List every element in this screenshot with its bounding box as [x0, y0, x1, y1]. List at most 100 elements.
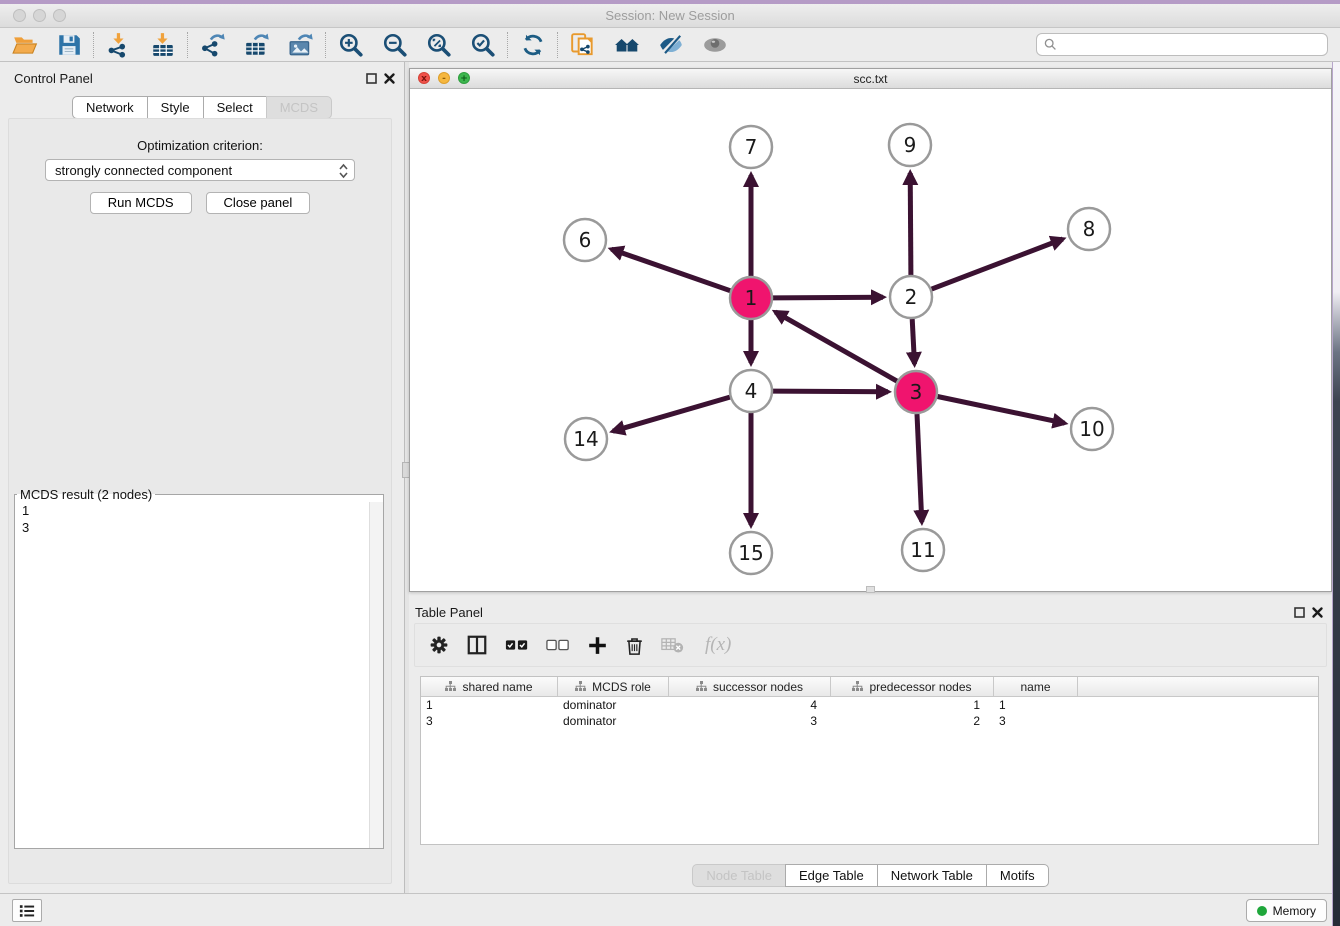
search-icon — [1044, 38, 1057, 51]
network-graph-canvas[interactable]: 7 9 6 8 1 2 4 3 14 10 15 11 — [410, 88, 1331, 591]
window-accent-strip — [0, 0, 1340, 4]
table-cell[interactable]: dominator — [558, 713, 669, 729]
node-11[interactable]: 11 — [902, 529, 944, 571]
search-field[interactable] — [1036, 33, 1328, 56]
mcds-result-title: MCDS result (2 nodes) — [17, 487, 155, 502]
table-row[interactable]: 3dominator323 — [421, 713, 1318, 729]
save-session-icon[interactable] — [56, 32, 82, 58]
task-history-button[interactable] — [12, 899, 42, 922]
svg-text:4: 4 — [745, 379, 758, 403]
edge-2-3[interactable] — [912, 319, 914, 364]
tab-mcds[interactable]: MCDS — [266, 96, 332, 119]
node-3[interactable]: 3 — [895, 371, 937, 413]
show-all-icon[interactable] — [702, 32, 728, 58]
table-cell[interactable]: 1 — [831, 697, 994, 713]
edge-3-10[interactable] — [938, 397, 1065, 424]
result-scrollbar[interactable] — [369, 502, 383, 848]
column-header-successor-nodes[interactable]: successor nodes — [669, 677, 831, 696]
first-neighbors-icon[interactable] — [614, 32, 640, 58]
import-table-icon[interactable] — [150, 32, 176, 58]
column-header-predecessor-nodes[interactable]: predecessor nodes — [831, 677, 994, 696]
svg-text:11: 11 — [910, 538, 935, 562]
export-table-icon[interactable] — [244, 32, 270, 58]
new-network-from-selection-icon[interactable] — [570, 32, 596, 58]
node-6[interactable]: 6 — [564, 219, 606, 261]
svg-text:14: 14 — [573, 427, 598, 451]
node-2[interactable]: 2 — [890, 276, 932, 318]
close-panel-icon[interactable] — [383, 72, 396, 85]
close-table-panel-icon[interactable] — [1311, 606, 1324, 619]
status-bar: Memory — [0, 893, 1340, 926]
show-column-icon[interactable] — [466, 634, 488, 656]
column-header-shared-name[interactable]: shared name — [421, 677, 558, 696]
zoom-fit-icon[interactable] — [426, 32, 452, 58]
edge-3-1[interactable] — [775, 312, 897, 381]
node-1[interactable]: 1 — [730, 277, 772, 319]
tab-edge-table[interactable]: Edge Table — [785, 864, 878, 887]
run-mcds-button[interactable]: Run MCDS — [90, 192, 192, 214]
import-network-icon[interactable] — [106, 32, 132, 58]
zoom-in-icon[interactable] — [338, 32, 364, 58]
zoom-selected-icon[interactable] — [470, 32, 496, 58]
settings-gear-icon[interactable] — [429, 635, 449, 655]
function-builder-icon[interactable]: f(x) — [705, 634, 731, 656]
table-cell[interactable]: 3 — [421, 713, 558, 729]
optimization-criterion-select[interactable]: strongly connected component — [45, 159, 355, 181]
table-cell[interactable]: dominator — [558, 697, 669, 713]
tab-select[interactable]: Select — [203, 96, 267, 119]
refresh-icon[interactable] — [520, 32, 546, 58]
search-input[interactable] — [1063, 35, 1322, 54]
table-cell[interactable]: 1 — [994, 697, 1078, 713]
node-14[interactable]: 14 — [565, 418, 607, 460]
edge-2-9[interactable] — [910, 173, 911, 275]
hide-selected-icon[interactable] — [658, 32, 684, 58]
column-header-MCDS-role[interactable]: MCDS role — [558, 677, 669, 696]
float-table-panel-icon[interactable] — [1293, 606, 1306, 619]
tab-network-table[interactable]: Network Table — [877, 864, 987, 887]
table-panel-title: Table Panel — [415, 605, 483, 620]
edge-2-8[interactable] — [932, 239, 1063, 289]
network-resize-grip[interactable] — [866, 586, 875, 593]
selected-criterion: strongly connected component — [55, 163, 232, 178]
task-list-icon — [19, 904, 35, 918]
open-session-icon[interactable] — [12, 32, 38, 58]
edge-4-3[interactable] — [773, 391, 888, 392]
svg-text:10: 10 — [1079, 417, 1104, 441]
edge-4-14[interactable] — [613, 397, 730, 431]
zoom-out-icon[interactable] — [382, 32, 408, 58]
network-window-titlebar[interactable]: x - + scc.txt — [410, 69, 1331, 89]
float-panel-icon[interactable] — [365, 72, 378, 85]
column-header-name[interactable]: name — [994, 677, 1078, 696]
node-10[interactable]: 10 — [1071, 408, 1113, 450]
edge-1-6[interactable] — [611, 249, 730, 291]
edge-1-2[interactable] — [773, 297, 883, 298]
delete-column-icon[interactable] — [625, 635, 644, 656]
node-8[interactable]: 8 — [1068, 208, 1110, 250]
select-all-icon[interactable] — [505, 638, 529, 652]
table-row[interactable]: 1dominator411 — [421, 697, 1318, 713]
deselect-all-icon[interactable] — [546, 638, 570, 652]
close-panel-button[interactable]: Close panel — [206, 192, 311, 214]
control-panel-tabs: NetworkStyleSelectMCDS — [0, 96, 404, 119]
table-cell[interactable]: 3 — [994, 713, 1078, 729]
node-9[interactable]: 9 — [889, 124, 931, 166]
tab-node-table[interactable]: Node Table — [692, 864, 786, 887]
select-stepper-icon — [339, 163, 348, 179]
tab-motifs[interactable]: Motifs — [986, 864, 1049, 887]
export-network-icon[interactable] — [200, 32, 226, 58]
export-image-icon[interactable] — [288, 32, 314, 58]
table-cell[interactable]: 2 — [831, 713, 994, 729]
node-15[interactable]: 15 — [730, 532, 772, 574]
edge-3-11[interactable] — [917, 414, 922, 522]
add-column-icon[interactable] — [587, 635, 608, 656]
node-4[interactable]: 4 — [730, 370, 772, 412]
mcds-panel: Optimization criterion: strongly connect… — [8, 118, 392, 884]
memory-button[interactable]: Memory — [1246, 899, 1327, 922]
delete-table-icon[interactable] — [661, 636, 684, 654]
table-cell[interactable]: 4 — [669, 697, 831, 713]
table-cell[interactable]: 1 — [421, 697, 558, 713]
tab-style[interactable]: Style — [147, 96, 204, 119]
tab-network[interactable]: Network — [72, 96, 148, 119]
node-7[interactable]: 7 — [730, 126, 772, 168]
table-cell[interactable]: 3 — [669, 713, 831, 729]
